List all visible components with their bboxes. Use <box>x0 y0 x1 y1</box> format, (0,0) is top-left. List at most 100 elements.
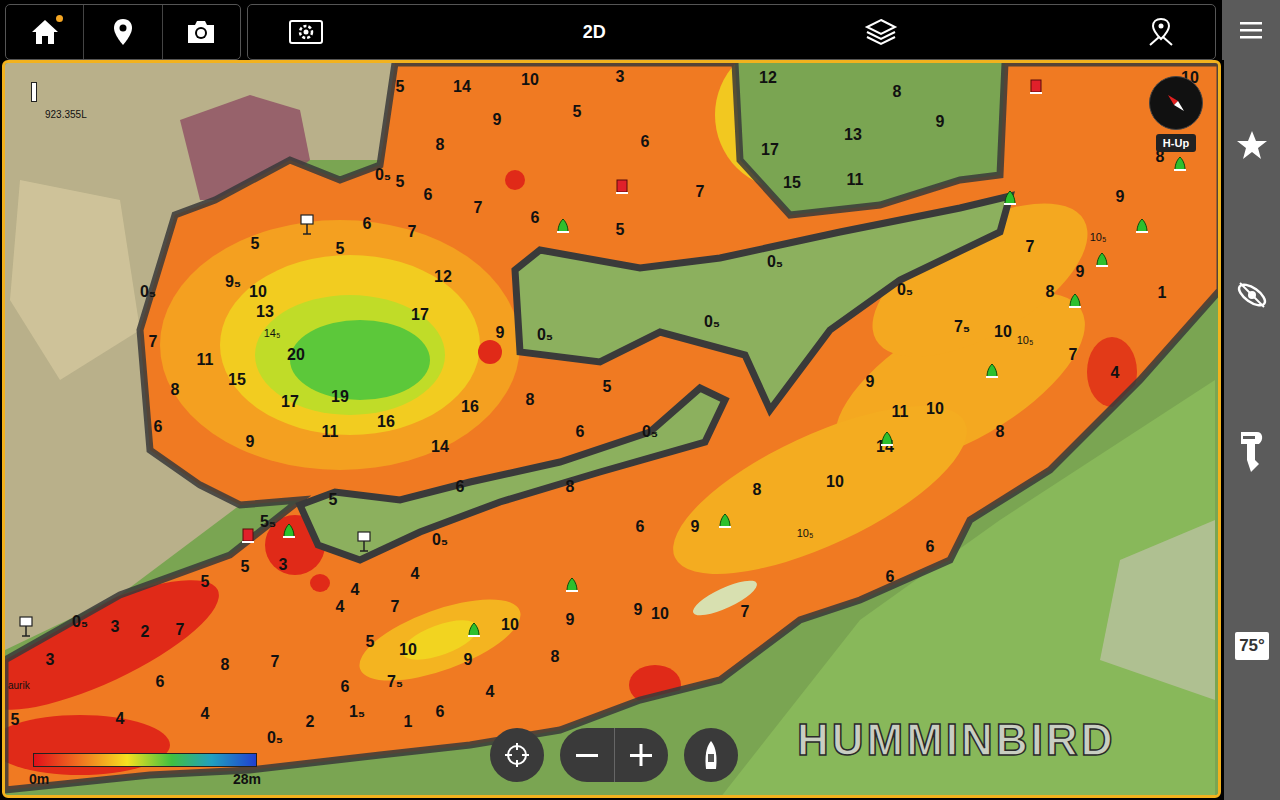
depth-label: 3 <box>46 652 55 668</box>
depth-label: 8 <box>996 424 1005 440</box>
layers-icon[interactable] <box>864 17 898 47</box>
buoy-marker[interactable] <box>1135 218 1149 238</box>
depth-label: 8 <box>221 657 230 673</box>
outboard-motor-icon[interactable] <box>1237 430 1267 474</box>
camera-icon <box>185 19 217 45</box>
depth-label: 1₅ <box>349 704 365 720</box>
depth-label: 13 <box>844 127 862 143</box>
depth-label: 10₅ <box>1017 335 1034 346</box>
depth-label: 14₅ <box>264 328 281 339</box>
quick-toolbar <box>5 4 241 60</box>
depth-label: 6 <box>341 679 350 695</box>
depth-label: 5 <box>241 559 250 575</box>
buoy-marker[interactable] <box>1003 190 1017 210</box>
buoy-marker[interactable] <box>1068 293 1082 313</box>
depth-label: 1 <box>1158 285 1167 301</box>
center-button[interactable] <box>490 728 544 782</box>
waypoint-button[interactable] <box>84 5 162 59</box>
depth-label: 8 <box>171 382 180 398</box>
buoy-icon <box>1173 156 1187 172</box>
buoy-marker[interactable] <box>565 577 579 597</box>
depth-label: 10₅ <box>797 528 814 539</box>
depth-label: 2 <box>141 624 150 640</box>
depth-label: 15 <box>783 175 801 191</box>
depth-label: 4 <box>116 711 125 727</box>
compass-needle-icon <box>1158 85 1194 121</box>
depth-label: 3 <box>111 619 120 635</box>
depth-label: 9₅ <box>225 274 241 290</box>
depth-label: 8 <box>893 84 902 100</box>
buoy-marker[interactable] <box>1095 252 1109 272</box>
depth-label: 5 <box>603 379 612 395</box>
can-marker[interactable] <box>616 179 628 199</box>
depth-label: 17 <box>281 394 299 410</box>
depth-label: 6 <box>436 704 445 720</box>
waypoint-marker[interactable] <box>300 214 314 240</box>
home-button[interactable] <box>6 5 84 59</box>
depth-label: 8 <box>566 479 575 495</box>
waypoint-marker[interactable] <box>357 531 371 557</box>
route-pin-icon[interactable] <box>1147 17 1175 47</box>
buoy-marker[interactable] <box>282 523 296 543</box>
place-label: aurik <box>8 680 30 691</box>
can-icon <box>1030 79 1042 95</box>
depth-label: 7 <box>474 200 483 216</box>
depth-label: 10 <box>926 401 944 417</box>
zoom-out-button[interactable] <box>560 728 615 782</box>
crosshair-icon <box>504 742 530 768</box>
depth-label: 6 <box>926 539 935 555</box>
depth-label: 5 <box>616 222 625 238</box>
can-marker[interactable] <box>242 528 254 548</box>
settings-icon[interactable] <box>288 18 324 46</box>
depth-label: 6 <box>576 424 585 440</box>
zoom-in-button[interactable] <box>615 728 669 782</box>
buoy-marker[interactable] <box>718 513 732 533</box>
depth-label: 14 <box>431 439 449 455</box>
menu-button[interactable] <box>1222 0 1280 60</box>
depth-label: 6 <box>531 210 540 226</box>
view-mode-button[interactable]: 2D <box>573 18 616 47</box>
buoy-marker[interactable] <box>467 622 481 642</box>
depth-label: 20 <box>287 347 305 363</box>
depth-label: 3 <box>279 557 288 573</box>
depth-label: 6 <box>636 519 645 535</box>
star-icon[interactable] <box>1236 130 1268 160</box>
can-marker[interactable] <box>1030 79 1042 99</box>
screenshot-button[interactable] <box>163 5 240 59</box>
depth-label: 3 <box>616 69 625 85</box>
depth-label: 10 <box>826 474 844 490</box>
sonar-rotate-icon[interactable] <box>1235 278 1269 312</box>
depth-label: 5 <box>573 104 582 120</box>
depth-label: 7₅ <box>387 674 403 690</box>
waypoint-icon <box>19 616 33 638</box>
buoy-marker[interactable] <box>1173 156 1187 176</box>
depth-label: 8 <box>753 482 762 498</box>
compass-dial[interactable] <box>1149 76 1203 130</box>
depth-label: 10 <box>249 284 267 300</box>
depth-label: 7 <box>1026 239 1035 255</box>
boat-view-button[interactable] <box>684 728 738 782</box>
depth-label: 7₅ <box>954 319 970 335</box>
depth-label: 12 <box>434 269 452 285</box>
buoy-icon <box>1068 293 1082 309</box>
buoy-marker[interactable] <box>556 218 570 238</box>
depth-label: 8 <box>526 392 535 408</box>
compass[interactable]: H-Up <box>1149 76 1203 152</box>
depth-label: 8 <box>551 649 560 665</box>
buoy-marker[interactable] <box>985 363 999 383</box>
hamburger-icon <box>1240 20 1262 40</box>
plus-icon <box>630 744 652 766</box>
depth-label: 10 <box>994 324 1012 340</box>
depth-label: 6 <box>154 419 163 435</box>
depth-label: 9 <box>496 325 505 341</box>
depth-label: 0₅ <box>267 730 283 746</box>
chart-map[interactable]: 5141039585676567121715111389108910₅7987₅… <box>2 60 1221 798</box>
can-icon <box>616 179 628 195</box>
depth-label: 9 <box>493 112 502 128</box>
depth-label: 5 <box>396 174 405 190</box>
depth-gradient <box>33 753 257 767</box>
depth-label: 6 <box>156 674 165 690</box>
buoy-marker[interactable] <box>880 431 894 451</box>
buoy-icon <box>556 218 570 234</box>
waypoint-marker[interactable] <box>19 616 33 642</box>
